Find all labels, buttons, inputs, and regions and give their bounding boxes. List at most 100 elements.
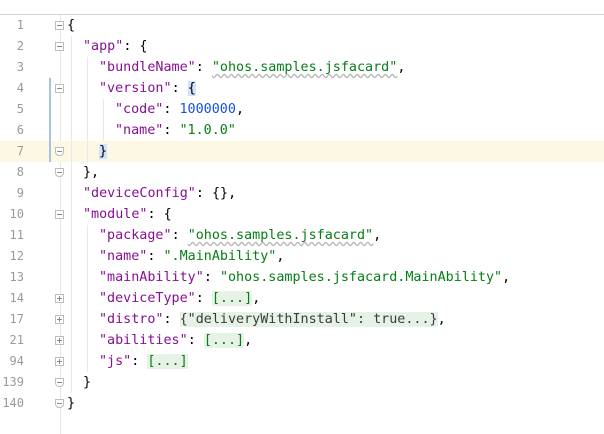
code-text: "distro": {"deliveryWithInstall": true..… [99,309,446,330]
json-punctuation: }, [83,165,100,180]
json-punctuation: : [171,228,188,243]
line-number: 94 [9,354,24,368]
code-text: } [99,141,108,162]
collapse-fold-icon[interactable] [55,84,64,93]
code-line[interactable]: 5 "code": 1000000, [0,99,604,120]
code-line[interactable]: 13 "mainAbility": "ohos.samples.jsfacard.… [0,267,604,288]
json-punctuation: , [235,102,244,117]
code-text: "code": 1000000, [115,99,244,120]
expand-fold-icon[interactable] [55,315,64,324]
json-key: "name" [99,249,148,264]
line-number: 13 [9,270,24,284]
line-number: 6 [16,123,24,137]
json-key: "deviceType" [99,291,196,306]
code-line[interactable]: 17 "distro": {"deliveryWithInstall": true… [0,309,604,330]
indent-guide [103,99,104,141]
code-line[interactable]: 7} [0,141,604,162]
code-text: "package": "ohos.samples.jsfacard", [99,225,381,246]
json-punctuation: : [163,102,180,117]
code-text: "js": [...] [99,351,188,372]
code-line[interactable]: 11 "package": "ohos.samples.jsfacard", [0,225,604,246]
code-text: "deviceConfig": {}, [83,183,236,204]
line-number: 140 [2,396,24,410]
indent-guide [87,225,88,372]
expand-fold-icon[interactable] [55,336,64,345]
line-number: 5 [16,102,24,116]
json-number: 1000000 [179,102,236,117]
json-punctuation: , [276,249,285,264]
code-text: "name": ".MainAbility", [99,246,284,267]
line-number: 3 [16,60,24,74]
collapse-fold-icon[interactable] [55,168,64,177]
code-line[interactable]: 10 "module": { [0,204,604,225]
json-string: "ohos.samples.jsfacard" [211,60,398,75]
code-text: "name": "1.0.0" [115,120,236,141]
code-text: "version": { [99,78,196,99]
code-line[interactable]: 12 "name": ".MainAbility", [0,246,604,267]
json-punctuation: , [437,312,446,327]
json-punctuation: } [67,396,76,411]
line-number: 9 [16,186,24,200]
code-line[interactable]: 140} [0,393,604,414]
code-line[interactable]: 94 "js": [...] [0,351,604,372]
code-text: } [67,393,75,414]
folded-region[interactable]: {"deliveryWithInstall": true...} [179,312,438,327]
code-text: } [83,372,91,393]
line-number: 21 [9,333,24,347]
json-string: "1.0.0" [179,123,236,138]
expand-fold-icon[interactable] [55,294,64,303]
code-text: }, [83,162,99,183]
collapse-fold-icon[interactable] [55,399,64,408]
collapse-fold-icon[interactable] [55,378,64,387]
json-key: "abilities" [99,333,188,348]
code-line[interactable]: 6 "name": "1.0.0" [0,120,604,141]
collapse-fold-icon[interactable] [55,210,64,219]
code-text: { [67,15,75,36]
vcs-change-marker[interactable] [49,78,51,162]
code-line[interactable]: 4 "version": { [0,78,604,99]
json-key: "app" [83,39,124,54]
json-punctuation: : [187,333,204,348]
line-number: 7 [16,144,24,158]
folded-region[interactable]: [...] [203,333,245,348]
json-punctuation: , [244,333,253,348]
json-key: "deviceConfig" [83,186,196,201]
folded-region[interactable]: [...] [147,354,188,369]
json-punctuation: : [163,123,180,138]
json-string: "ohos.samples.jsfacard" [187,228,374,243]
json-key: "js" [99,354,132,369]
editor-tab-strip [0,0,604,15]
json-punctuation: : { [123,39,148,54]
json-punctuation: : [131,354,148,369]
json-punctuation: } [83,375,92,390]
json-key: "bundleName" [99,60,196,75]
code-line[interactable]: 14 "deviceType": [...], [0,288,604,309]
json-key: "module" [83,207,148,222]
code-line[interactable]: 139} [0,372,604,393]
collapse-fold-icon[interactable] [55,42,64,51]
code-line[interactable]: 3 "bundleName": "ohos.samples.jsfacard", [0,57,604,78]
json-punctuation: , [397,60,406,75]
json-punctuation: : [195,60,212,75]
line-number: 8 [16,165,24,179]
line-number: 10 [9,207,24,221]
line-number: 2 [16,39,24,53]
folded-region[interactable]: [...] [211,291,253,306]
code-line[interactable]: 9 "deviceConfig": {}, [0,183,604,204]
code-line[interactable]: 8}, [0,162,604,183]
code-line[interactable]: 21 "abilities": [...], [0,330,604,351]
line-number: 14 [9,291,24,305]
collapse-fold-icon[interactable] [55,147,64,156]
json-string: "ohos.samples.jsfacard.MainAbility" [219,270,503,285]
line-number: 12 [9,249,24,263]
code-line[interactable]: 1{ [0,15,604,36]
json-punctuation: : [147,249,164,264]
collapse-fold-icon[interactable] [55,21,64,30]
json-key: "name" [115,123,164,138]
json-punctuation: : {}, [195,186,237,201]
json-key: "package" [99,228,172,243]
code-line[interactable]: 2 "app": { [0,36,604,57]
line-number: 17 [9,312,24,326]
line-number: 1 [16,18,24,32]
expand-fold-icon[interactable] [55,357,64,366]
